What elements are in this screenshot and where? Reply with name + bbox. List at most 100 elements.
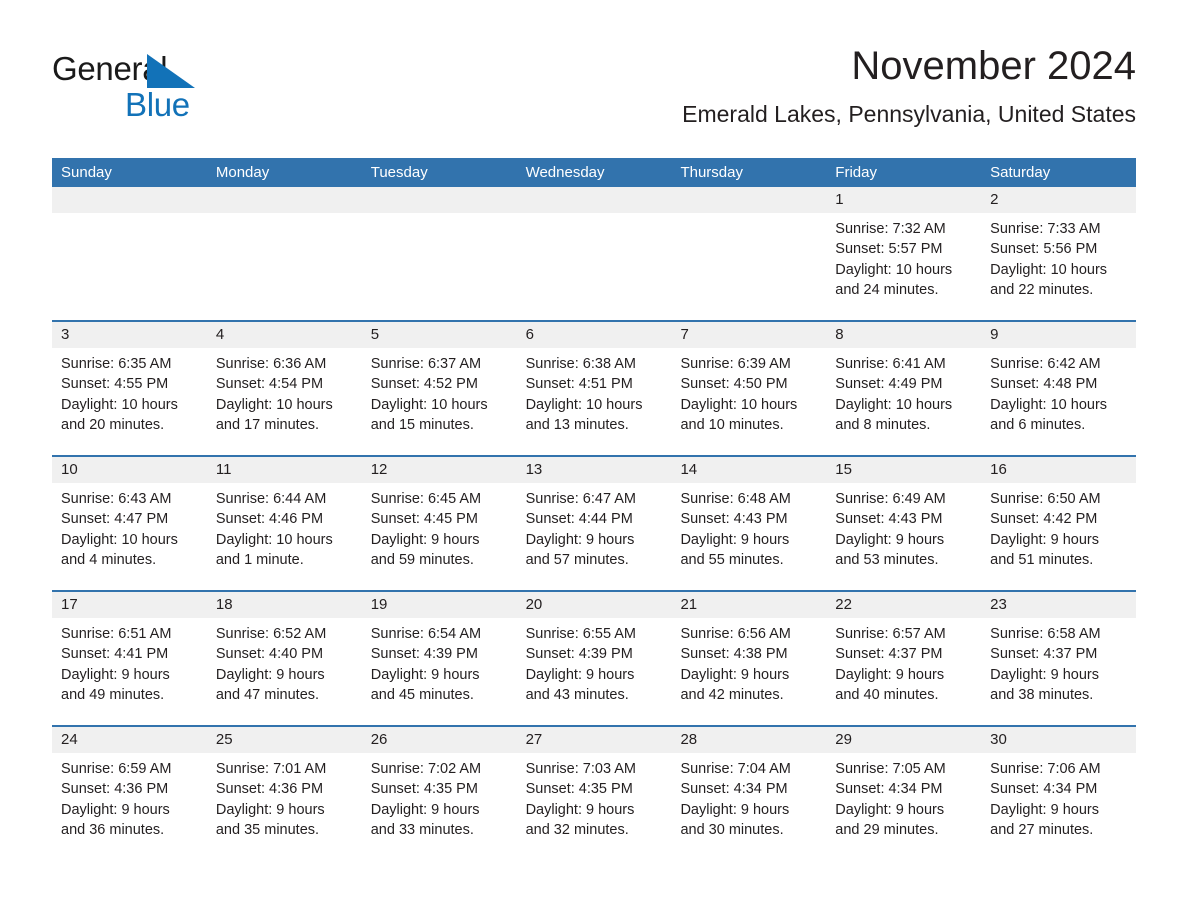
day-details: Sunrise: 6:47 AM Sunset: 4:44 PM Daylight:…	[517, 483, 672, 571]
daylight-text-line2: and 38 minutes.	[990, 687, 1094, 704]
sunrise-text: Sunrise: 6:55 AM	[525, 626, 636, 642]
sunset-text: Sunset: 4:50 PM	[680, 376, 788, 393]
sunset-text: Sunset: 4:51 PM	[525, 376, 633, 393]
calendar-day-cell[interactable]: 14 Sunrise: 6:48 AM Sunset: 4:43 PM Dayligh…	[671, 457, 827, 590]
daylight-text-line2: and 13 minutes.	[525, 417, 629, 434]
daylight-text-line1: Daylight: 9 hours	[525, 801, 635, 818]
calendar-day-cell[interactable]: 25 Sunrise: 7:01 AM Sunset: 4:36 PM Dayligh…	[206, 727, 362, 860]
calendar-day-cell[interactable]: 24 Sunrise: 6:59 AM Sunset: 4:36 PM Dayligh…	[52, 727, 207, 860]
calendar-day-cell[interactable]: 16 Sunrise: 6:50 AM Sunset: 4:42 PM Dayligh…	[981, 457, 1137, 590]
logo-text-blue: Blue	[125, 86, 190, 123]
calendar-day-cell[interactable]: 17 Sunrise: 6:51 AM Sunset: 4:41 PM Dayligh…	[52, 592, 207, 725]
day-details: Sunrise: 6:35 AM Sunset: 4:55 PM Daylight:…	[52, 348, 207, 436]
calendar-day-cell[interactable]: 10 Sunrise: 6:43 AM Sunset: 4:47 PM Dayligh…	[52, 457, 207, 590]
calendar-day-cell[interactable]: 21 Sunrise: 6:56 AM Sunset: 4:38 PM Dayligh…	[671, 592, 827, 725]
sunset-text: Sunset: 4:39 PM	[525, 646, 633, 663]
day-details: Sunrise: 7:32 AM Sunset: 5:57 PM Daylight:…	[826, 213, 981, 301]
calendar-day-cell[interactable]: 26 Sunrise: 7:02 AM Sunset: 4:35 PM Dayligh…	[361, 727, 517, 860]
calendar-week-row: 1 Sunrise: 7:32 AM Sunset: 5:57 PM Daylight…	[52, 187, 1137, 320]
sunrise-text: Sunrise: 7:32 AM	[835, 221, 946, 237]
sunset-text: Sunset: 5:57 PM	[835, 241, 943, 258]
calendar-day-cell[interactable]: 27 Sunrise: 7:03 AM Sunset: 4:35 PM Dayligh…	[516, 727, 672, 860]
day-details: Sunrise: 7:33 AM Sunset: 5:56 PM Daylight:…	[981, 213, 1136, 301]
sunrise-text: Sunrise: 6:59 AM	[61, 761, 172, 777]
general-blue-logo[interactable]: General Blue	[52, 42, 232, 126]
calendar-day-cell[interactable]: 8 Sunrise: 6:41 AM Sunset: 4:49 PM Daylight…	[826, 322, 982, 455]
day-details: Sunrise: 7:02 AM Sunset: 4:35 PM Daylight:…	[362, 753, 517, 841]
daylight-text-line2: and 8 minutes.	[835, 417, 931, 434]
day-number: 19	[361, 592, 517, 618]
calendar-day-cell[interactable]: 22 Sunrise: 6:57 AM Sunset: 4:37 PM Dayligh…	[826, 592, 982, 725]
sunrise-text: Sunrise: 6:38 AM	[525, 356, 636, 372]
day-details: Sunrise: 6:50 AM Sunset: 4:42 PM Daylight:…	[981, 483, 1136, 571]
calendar-day-cell[interactable]: 12 Sunrise: 6:45 AM Sunset: 4:45 PM Dayligh…	[361, 457, 517, 590]
day-details: Sunrise: 6:44 AM Sunset: 4:46 PM Daylight:…	[207, 483, 362, 571]
sunrise-text: Sunrise: 6:49 AM	[835, 491, 946, 507]
daylight-text-line2: and 30 minutes.	[680, 822, 784, 839]
weekday-header-saturday: Saturday	[990, 164, 1051, 181]
daylight-text-line2: and 29 minutes.	[835, 822, 939, 839]
weekday-header-sunday: Sunday	[61, 164, 112, 181]
sunrise-text: Sunrise: 6:45 AM	[370, 491, 482, 507]
day-number	[361, 187, 517, 213]
calendar-day-cell[interactable]: 1 Sunrise: 7:32 AM Sunset: 5:57 PM Daylight…	[826, 187, 982, 320]
sunrise-text: Sunrise: 6:56 AM	[680, 626, 791, 642]
sunset-text: Sunset: 4:37 PM	[990, 646, 1098, 663]
calendar-page: General Blue November 2024 Emerald Lakes…	[0, 0, 1188, 918]
sunset-text: Sunset: 4:36 PM	[61, 781, 169, 798]
calendar-day-cell[interactable]: 5 Sunrise: 6:37 AM Sunset: 4:52 PM Daylight…	[361, 322, 517, 455]
day-number: 4	[206, 322, 362, 348]
calendar-day-cell[interactable]: 13 Sunrise: 6:47 AM Sunset: 4:44 PM Dayligh…	[516, 457, 672, 590]
calendar-day-cell[interactable]: 7 Sunrise: 6:39 AM Sunset: 4:50 PM Daylight…	[671, 322, 827, 455]
daylight-text-line1: Daylight: 9 hours	[215, 801, 325, 818]
daylight-text-line2: and 43 minutes.	[525, 687, 629, 704]
daylight-text-line2: and 36 minutes.	[61, 822, 165, 839]
sunset-text: Sunset: 4:55 PM	[61, 376, 169, 393]
calendar-day-cell[interactable]: 29 Sunrise: 7:05 AM Sunset: 4:34 PM Dayligh…	[826, 727, 982, 860]
daylight-text-line2: and 40 minutes.	[835, 687, 939, 704]
sunrise-text: Sunrise: 7:02 AM	[370, 761, 482, 777]
calendar-week-row: 3 Sunrise: 6:35 AM Sunset: 4:55 PM Daylight…	[52, 320, 1137, 455]
calendar-day-cell[interactable]: 9 Sunrise: 6:42 AM Sunset: 4:48 PM Daylight…	[981, 322, 1137, 455]
sunset-text: Sunset: 4:47 PM	[61, 511, 169, 528]
day-details: Sunrise: 6:43 AM Sunset: 4:47 PM Daylight:…	[52, 483, 207, 571]
calendar-day-cell[interactable]: 23 Sunrise: 6:58 AM Sunset: 4:37 PM Dayligh…	[981, 592, 1137, 725]
calendar-day-cell[interactable]: 20 Sunrise: 6:55 AM Sunset: 4:39 PM Dayligh…	[516, 592, 672, 725]
page-title: November 2024	[851, 44, 1136, 88]
daylight-text-line1: Daylight: 10 hours	[61, 396, 178, 413]
sunrise-text: Sunrise: 6:57 AM	[835, 626, 946, 642]
calendar-week-row: 17 Sunrise: 6:51 AM Sunset: 4:41 PM Dayligh…	[52, 590, 1137, 725]
sunrise-text: Sunrise: 6:48 AM	[680, 491, 791, 507]
sunset-text: Sunset: 4:43 PM	[835, 511, 943, 528]
sunset-text: Sunset: 4:54 PM	[215, 376, 324, 393]
day-number	[671, 187, 827, 213]
calendar-day-cell[interactable]: 4 Sunrise: 6:36 AM Sunset: 4:54 PM Daylight…	[206, 322, 362, 455]
sunset-text: Sunset: 5:56 PM	[990, 241, 1098, 258]
calendar-day-cell[interactable]: 18 Sunrise: 6:52 AM Sunset: 4:40 PM Dayligh…	[206, 592, 362, 725]
calendar-weeks: 1 Sunrise: 7:32 AM Sunset: 5:57 PM Daylight…	[52, 187, 1137, 860]
calendar-day-cell[interactable]: 30 Sunrise: 7:06 AM Sunset: 4:34 PM Dayligh…	[981, 727, 1137, 860]
weekday-header-friday: Friday	[835, 164, 877, 181]
sunrise-text: Sunrise: 6:36 AM	[215, 356, 327, 372]
calendar-day-cell[interactable]: 28 Sunrise: 7:04 AM Sunset: 4:34 PM Dayligh…	[671, 727, 827, 860]
day-details: Sunrise: 6:55 AM Sunset: 4:39 PM Daylight:…	[517, 618, 672, 706]
day-details: Sunrise: 7:05 AM Sunset: 4:34 PM Daylight:…	[826, 753, 981, 841]
calendar-day-cell[interactable]: 3 Sunrise: 6:35 AM Sunset: 4:55 PM Daylight…	[52, 322, 207, 455]
daylight-text-line2: and 1 minute.	[215, 552, 304, 569]
daylight-text-line1: Daylight: 10 hours	[61, 531, 178, 548]
calendar-day-cell[interactable]: 11 Sunrise: 6:44 AM Sunset: 4:46 PM Dayligh…	[206, 457, 362, 590]
calendar-day-cell[interactable]: 6 Sunrise: 6:38 AM Sunset: 4:51 PM Daylight…	[516, 322, 672, 455]
day-details: Sunrise: 6:39 AM Sunset: 4:50 PM Daylight:…	[671, 348, 826, 436]
day-details: Sunrise: 7:01 AM Sunset: 4:36 PM Daylight:…	[207, 753, 362, 841]
day-details: Sunrise: 7:03 AM Sunset: 4:35 PM Daylight:…	[517, 753, 672, 841]
calendar-day-cell[interactable]: 15 Sunrise: 6:49 AM Sunset: 4:43 PM Dayligh…	[826, 457, 982, 590]
daylight-text-line1: Daylight: 10 hours	[680, 396, 798, 413]
calendar-day-cell[interactable]: 2 Sunrise: 7:33 AM Sunset: 5:56 PM Daylight…	[981, 187, 1137, 320]
sunset-text: Sunset: 4:41 PM	[61, 646, 169, 663]
sunset-text: Sunset: 4:38 PM	[680, 646, 788, 663]
sunrise-text: Sunrise: 6:37 AM	[370, 356, 482, 372]
calendar-day-cell[interactable]: 19 Sunrise: 6:54 AM Sunset: 4:39 PM Dayligh…	[361, 592, 517, 725]
day-number	[206, 187, 362, 213]
daylight-text-line2: and 4 minutes.	[61, 552, 157, 569]
sunset-text: Sunset: 4:52 PM	[370, 376, 478, 393]
